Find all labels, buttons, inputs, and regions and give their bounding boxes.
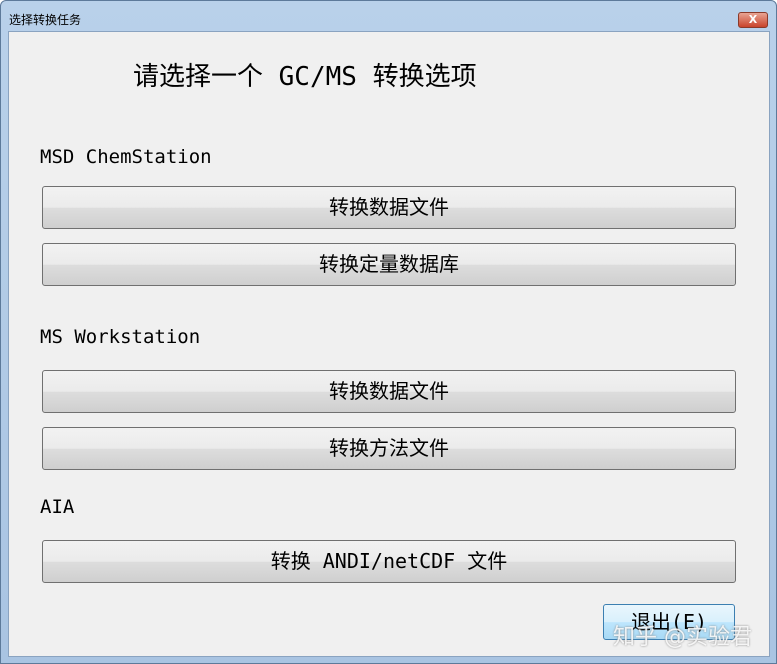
msd-convert-quant-db-button[interactable]: 转换定量数据库 (42, 243, 736, 286)
msw-convert-method-file-button[interactable]: 转换方法文件 (42, 427, 736, 470)
page-title: 请选择一个 GC/MS 转换选项 (133, 62, 477, 92)
section-label-aia: AIA (40, 496, 75, 518)
aia-convert-netcdf-button[interactable]: 转换 ANDI/netCDF 文件 (42, 540, 736, 583)
msw-convert-data-file-button[interactable]: 转换数据文件 (42, 370, 736, 413)
section-label-ms-workstation: MS Workstation (40, 326, 201, 348)
close-button[interactable]: X (738, 12, 768, 28)
msd-convert-data-file-button[interactable]: 转换数据文件 (42, 186, 736, 229)
dialog-body: 请选择一个 GC/MS 转换选项 MSD ChemStation 转换数据文件 … (8, 31, 770, 657)
dialog-window: 选择转换任务 X 请选择一个 GC/MS 转换选项 MSD ChemStatio… (0, 0, 777, 664)
window-title: 选择转换任务 (9, 13, 82, 27)
section-label-msd-chemstation: MSD ChemStation (40, 146, 212, 168)
watermark: 知乎 @实验君 (613, 625, 752, 650)
